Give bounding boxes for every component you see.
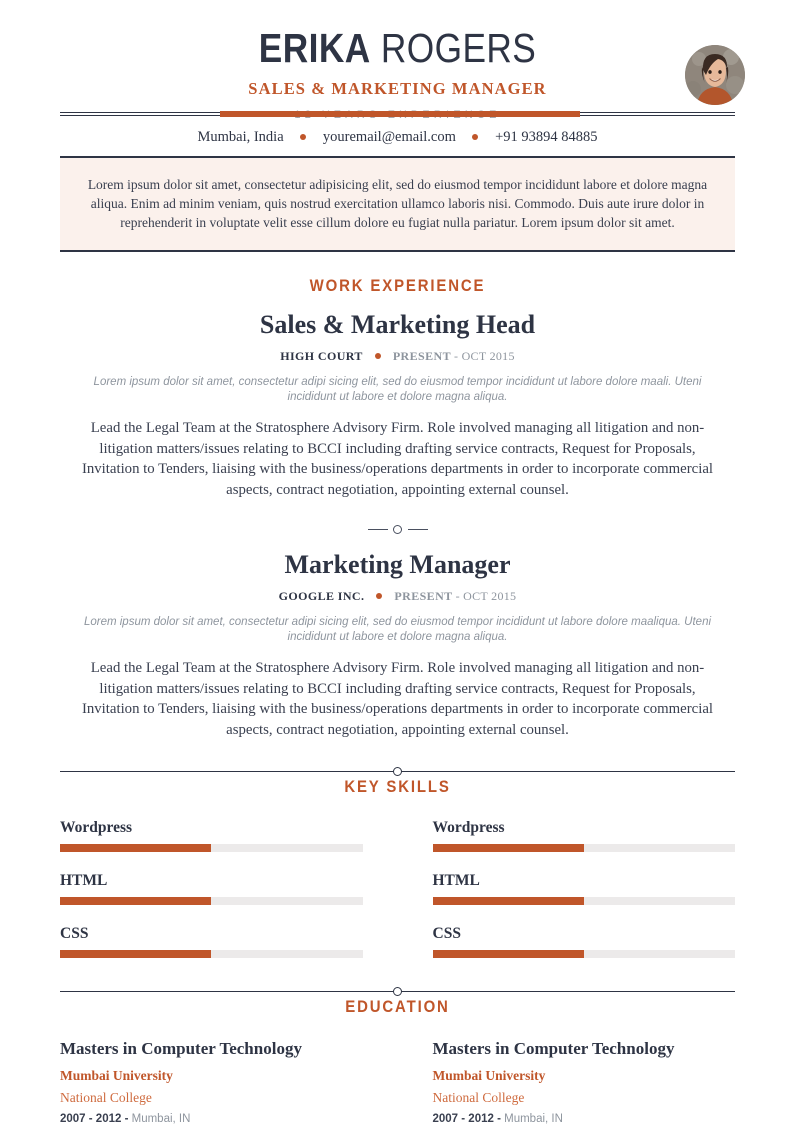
resume-page: ERIKA ROGERS SALES & MARKETING MANAGER 1… (0, 0, 795, 1125)
education-location: Mumbai, IN (500, 1113, 563, 1125)
skill-label: CSS (60, 925, 89, 942)
job-present-label: PRESENT (394, 589, 453, 603)
job-company: HIGH COURT (280, 349, 363, 363)
job-role: Marketing Manager (284, 550, 511, 579)
separator-line-left (367, 529, 388, 530)
work-experience-section: WORK EXPERIENCE Sales & Marketing Head H… (0, 252, 795, 740)
header-divider-rule (60, 111, 735, 118)
skill-item: Wordpress (60, 819, 363, 852)
contact-phone: +91 93894 84885 (495, 129, 598, 145)
skill-item: HTML (60, 872, 363, 905)
education-entry: Masters in Computer Technology Mumbai Un… (433, 1039, 736, 1125)
bullet-dot-icon (300, 133, 307, 140)
full-name: ERIKA ROGERS (56, 26, 740, 70)
avatar-photo-icon (685, 45, 745, 105)
job-meta: GOOGLE INC. PRESENT - OCT 2015 (0, 589, 795, 604)
skill-progress-track (60, 844, 363, 852)
skill-progress-track (432, 950, 735, 958)
job-description: Lead the Legal Team at the Stratosphere … (81, 660, 714, 738)
contact-bar: Mumbai, India youremail@email.com +91 93… (0, 118, 795, 156)
divider-ring-icon (393, 987, 402, 996)
job-dates: - OCT 2015 (455, 589, 517, 603)
skill-label: Wordpress (60, 819, 133, 836)
job-role: Sales & Marketing Head (259, 310, 536, 339)
education-section: EDUCATION Masters in Computer Technology… (0, 958, 795, 1125)
skill-progress-fill (60, 844, 212, 852)
skills-column-left: Wordpress HTML CSS (60, 819, 363, 958)
skill-progress-track (432, 844, 735, 852)
education-location: Mumbai, IN (128, 1113, 191, 1125)
key-skills-section: KEY SKILLS Wordpress HTML CSS Wordpress … (0, 740, 795, 958)
skill-progress-fill (60, 950, 212, 958)
divider-ring-icon (393, 767, 402, 776)
skill-progress-fill (432, 844, 584, 852)
headline-job-title: SALES & MARKETING MANAGER (248, 79, 547, 98)
job-meta: HIGH COURT PRESENT - OCT 2015 (0, 349, 795, 364)
education-college: National College (60, 1090, 152, 1105)
job-description: Lead the Legal Team at the Stratosphere … (81, 420, 714, 498)
skill-progress-track (60, 897, 363, 905)
job-tagline: Lorem ipsum dolor sit amet, consectetur … (83, 616, 712, 643)
education-degree: Masters in Computer Technology (60, 1039, 302, 1058)
resume-header: ERIKA ROGERS SALES & MARKETING MANAGER 1… (0, 0, 795, 121)
education-grid: Masters in Computer Technology Mumbai Un… (60, 1039, 735, 1125)
bullet-dot-icon (376, 593, 383, 600)
skill-item: Wordpress (432, 819, 735, 852)
bullet-dot-icon (374, 353, 381, 360)
education-years: 2007 - 2012 - (432, 1113, 501, 1125)
education-university: Mumbai University (432, 1068, 546, 1083)
job-present-label: PRESENT (392, 349, 451, 363)
job-entry: Sales & Marketing Head HIGH COURT PRESEN… (0, 310, 795, 500)
skill-item: CSS (60, 925, 363, 958)
section-title-key-skills: KEY SKILLS (344, 777, 451, 796)
skill-progress-fill (432, 950, 584, 958)
education-university: Mumbai University (60, 1068, 173, 1083)
summary-block: Lorem ipsum dolor sit amet, consectetur … (60, 156, 735, 252)
skill-progress-track (60, 950, 363, 958)
job-dates: - OCT 2015 (453, 349, 515, 363)
name-block: ERIKA ROGERS SALES & MARKETING MANAGER 1… (0, 26, 795, 121)
skill-label: CSS (432, 925, 461, 942)
skills-column-right: Wordpress HTML CSS (432, 819, 735, 958)
separator-line-right (407, 529, 428, 530)
section-title-work-experience: WORK EXPERIENCE (309, 276, 486, 295)
skill-label: Wordpress (432, 819, 505, 836)
skill-item: CSS (432, 925, 735, 958)
avatar (685, 45, 745, 105)
education-degree: Masters in Computer Technology (432, 1039, 675, 1058)
section-title-education: EDUCATION (345, 997, 450, 1016)
last-name: ROGERS (370, 25, 537, 71)
education-meta: 2007 - 2012 - Mumbai, IN (60, 1113, 363, 1125)
skill-label: HTML (432, 872, 480, 889)
job-tagline: Lorem ipsum dolor sit amet, consectetur … (93, 376, 702, 403)
rule-accent-segment (220, 111, 580, 117)
bullet-dot-icon (472, 133, 479, 140)
education-years: 2007 - 2012 - (60, 1113, 129, 1125)
job-separator (0, 522, 795, 536)
contact-location: Mumbai, India (197, 129, 284, 145)
skill-label: HTML (60, 872, 108, 889)
first-name: ERIKA (258, 25, 371, 71)
education-divider-rule (60, 986, 735, 997)
skill-progress-track (432, 897, 735, 905)
education-college: National College (432, 1090, 525, 1105)
skills-divider-rule (60, 766, 735, 777)
contact-email[interactable]: youremail@email.com (323, 129, 456, 145)
education-meta: 2007 - 2012 - Mumbai, IN (433, 1113, 736, 1125)
separator-ring-icon (393, 525, 402, 534)
skill-item: HTML (432, 872, 735, 905)
skill-progress-fill (432, 897, 584, 905)
skill-progress-fill (60, 897, 212, 905)
skills-grid: Wordpress HTML CSS Wordpress HTML CSS (60, 819, 735, 958)
job-company: GOOGLE INC. (278, 589, 365, 603)
job-entry: Marketing Manager GOOGLE INC. PRESENT - … (0, 550, 795, 740)
education-entry: Masters in Computer Technology Mumbai Un… (60, 1039, 363, 1125)
